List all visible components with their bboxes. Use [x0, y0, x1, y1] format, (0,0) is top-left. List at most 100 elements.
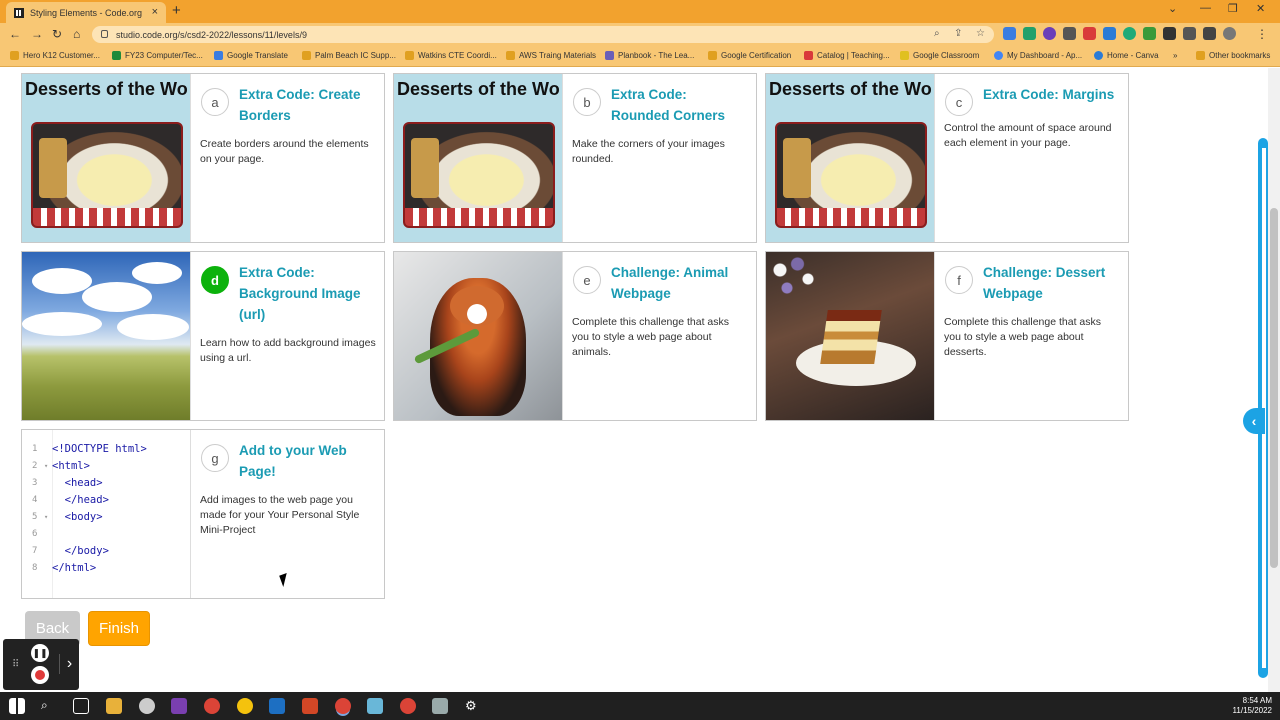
level-card-d[interactable]: d Extra Code: Background Image (url) Lea…	[21, 251, 385, 421]
reload-icon[interactable]: ↻	[52, 27, 62, 41]
profile-avatar[interactable]	[1223, 27, 1236, 40]
bookmark-item[interactable]: FY23 Computer/Tec...	[112, 51, 203, 60]
onenote-icon[interactable]	[171, 698, 187, 714]
level-card-f[interactable]: f Challenge: Dessert Webpage Complete th…	[765, 251, 1129, 421]
card-thumbnail: Desserts of the Wo	[394, 74, 562, 242]
dessert-photo	[403, 122, 555, 228]
code-line: 3 <head>	[32, 476, 103, 489]
bookmark-item[interactable]: Home - Canva	[1094, 51, 1159, 60]
browser-menu-icon[interactable]: ⋮	[1256, 27, 1268, 41]
level-badge: g	[201, 444, 229, 472]
chrome-icon[interactable]	[400, 698, 416, 714]
cloud	[22, 312, 102, 336]
card-title[interactable]: Extra Code: Margins	[983, 84, 1118, 105]
window-close-icon[interactable]: ✕	[1256, 2, 1265, 15]
code-thumbnail: 1 <!DOCTYPE html> 2 ▾ <html> 3 <head> 4 </h…	[22, 430, 190, 598]
cast-icon[interactable]	[1183, 27, 1196, 40]
card-title[interactable]: Extra Code: Rounded Corners	[611, 84, 746, 126]
windows-start-icon[interactable]	[9, 698, 25, 714]
zoom-icon[interactable]: ⌕	[934, 28, 940, 39]
expand-chevron-icon[interactable]: ›	[59, 654, 79, 674]
tab-title: Styling Elements - Code.org	[30, 7, 143, 18]
card-description: Make the corners of your images rounded.	[572, 138, 725, 165]
home-icon[interactable]: ⌂	[73, 27, 80, 41]
card-title[interactable]: Extra Code: Background Image (url)	[239, 262, 374, 325]
bookmark-item[interactable]: Google Certification	[708, 51, 791, 60]
tab-search-icon[interactable]: ⌄	[1168, 2, 1177, 15]
extension-icon[interactable]	[1023, 27, 1036, 40]
address-toolbar: ← → ↻ ⌂ studio.code.org/s/csd2-2022/less…	[0, 23, 1280, 46]
pause-icon[interactable]: ❚❚	[31, 644, 49, 662]
cloud	[32, 268, 92, 294]
extension-icon[interactable]	[1083, 27, 1096, 40]
code-line: 1 <!DOCTYPE html>	[32, 442, 147, 455]
finish-button[interactable]: Finish	[88, 611, 150, 646]
bookmark-item[interactable]: Google Classroom	[900, 51, 979, 60]
extension-icon[interactable]	[1063, 27, 1076, 40]
side-panel-icon[interactable]	[1203, 27, 1216, 40]
bookmark-item[interactable]: Catalog | Teaching...	[804, 51, 890, 60]
windows-taskbar: ⌕ ⚙ 8:54 AM 11/15/2022	[0, 692, 1280, 720]
extension-icon[interactable]	[1143, 27, 1156, 40]
scrollbar-thumb[interactable]	[1270, 208, 1278, 568]
card-description: Complete this challenge that asks you to…	[944, 316, 1102, 358]
level-card-g[interactable]: 1 <!DOCTYPE html> 2 ▾ <html> 3 <head> 4 </h…	[21, 429, 385, 599]
powerpoint-icon[interactable]	[302, 698, 318, 714]
file-explorer-icon[interactable]	[106, 698, 122, 714]
back-arrow-icon[interactable]: ←	[9, 27, 21, 41]
card-title[interactable]: Challenge: Dessert Webpage	[983, 262, 1118, 304]
task-view-icon[interactable]	[73, 698, 89, 714]
card-title[interactable]: Challenge: Animal Webpage	[611, 262, 746, 304]
calculator-icon[interactable]	[432, 698, 448, 714]
bookmark-item[interactable]: Palm Beach IC Supp...	[302, 51, 396, 60]
level-card-b[interactable]: Desserts of the Wo b Extra Code: Rounded…	[393, 73, 757, 243]
app-icon[interactable]	[139, 698, 155, 714]
search-icon[interactable]: ⌕	[41, 698, 57, 714]
drag-handle-icon[interactable]: ⠿	[12, 659, 19, 670]
new-tab-button[interactable]: +	[172, 2, 181, 19]
browser-tab[interactable]: Styling Elements - Code.org ×	[6, 2, 166, 23]
app-icon[interactable]	[237, 698, 253, 714]
forward-arrow-icon[interactable]: →	[31, 27, 43, 41]
url-bar[interactable]: studio.code.org/s/csd2-2022/lessons/11/l…	[92, 26, 994, 43]
chrome-active-icon[interactable]	[335, 698, 351, 714]
extension-icon[interactable]	[1103, 27, 1116, 40]
level-card-e[interactable]: e Challenge: Animal Webpage Complete thi…	[393, 251, 757, 421]
extensions-puzzle-icon[interactable]	[1163, 27, 1176, 40]
page-scrollbar[interactable]	[1268, 68, 1280, 692]
stop-recording-icon[interactable]	[31, 666, 49, 684]
bookmark-star-icon[interactable]: ☆	[976, 28, 985, 39]
level-badge: b	[573, 88, 601, 116]
bookmarks-overflow-icon[interactable]: »	[1173, 51, 1177, 60]
browser-tabbar: Styling Elements - Code.org × + ⌄ — ❐ ✕	[0, 0, 1280, 23]
extension-icon[interactable]	[1123, 27, 1136, 40]
card-description: Create borders around the elements on yo…	[200, 138, 369, 165]
system-clock[interactable]: 8:54 AM 11/15/2022	[1233, 696, 1272, 716]
close-tab-icon[interactable]: ×	[152, 6, 158, 18]
bookmark-item[interactable]: Watkins CTE Coordi...	[405, 51, 497, 60]
app-icon[interactable]	[367, 698, 383, 714]
card-title[interactable]: Add to your Web Page!	[239, 440, 374, 482]
collapse-chevron-icon[interactable]: ‹	[1243, 408, 1265, 434]
bookmark-item[interactable]: My Dashboard - Ap...	[994, 51, 1082, 60]
minimize-icon[interactable]: —	[1200, 2, 1211, 14]
extension-icon[interactable]	[1003, 27, 1016, 40]
screen-recorder-widget: ⠿ ❚❚ ›	[3, 639, 79, 690]
chrome-icon[interactable]	[204, 698, 220, 714]
thumbnail-header: Desserts of the Wo	[397, 79, 560, 99]
settings-gear-icon[interactable]: ⚙	[465, 698, 481, 714]
bookmark-item[interactable]: Hero K12 Customer...	[10, 51, 100, 60]
thumbnail-header: Desserts of the Wo	[25, 79, 188, 99]
url-text: studio.code.org/s/csd2-2022/lessons/11/l…	[116, 29, 307, 40]
level-card-c[interactable]: Desserts of the Wo c Extra Code: Margins…	[765, 73, 1129, 243]
bookmark-item[interactable]: Other bookmarks	[1196, 51, 1270, 60]
share-icon[interactable]: ⇪	[954, 28, 962, 39]
bookmark-item[interactable]: AWS Traing Materials	[506, 51, 596, 60]
bookmark-item[interactable]: Google Translate	[214, 51, 288, 60]
card-title[interactable]: Extra Code: Create Borders	[239, 84, 374, 126]
bookmark-item[interactable]: Planbook - The Lea...	[605, 51, 694, 60]
extension-icon[interactable]	[1043, 27, 1056, 40]
accessibility-icon[interactable]	[269, 698, 285, 714]
restore-icon[interactable]: ❐	[1228, 2, 1238, 15]
level-card-a[interactable]: Desserts of the Wo a Extra Code: Create …	[21, 73, 385, 243]
